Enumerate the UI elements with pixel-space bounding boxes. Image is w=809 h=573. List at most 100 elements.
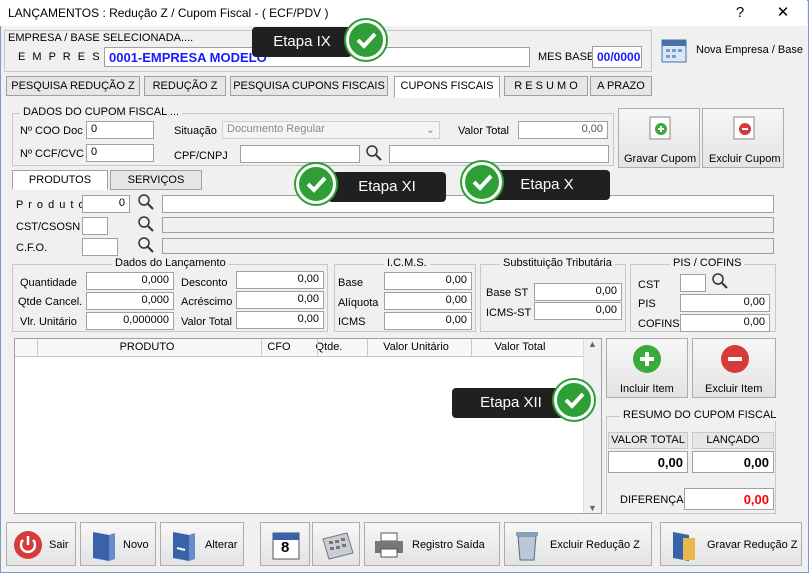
sair-button[interactable]: Sair — [6, 522, 76, 566]
cst-label: CST/CSOSN — [16, 221, 81, 233]
ccf-field[interactable]: 0 — [86, 144, 154, 162]
tab-produtos[interactable]: PRODUTOS — [12, 170, 108, 190]
excluir-cupom-button[interactable]: Excluir Cupom — [702, 108, 784, 168]
cpf-name-field[interactable] — [389, 145, 609, 163]
col-produto[interactable]: PRODUTO — [97, 341, 197, 353]
qtde-cancel-field[interactable]: 0,000 — [86, 292, 174, 310]
calendar-button[interactable]: 8 — [260, 522, 310, 566]
trash-icon — [516, 532, 538, 561]
ccf-label: Nº CCF/CVC — [20, 148, 84, 160]
scroll-up-icon[interactable]: ▲ — [584, 339, 601, 349]
chevron-down-icon: ⌄ — [425, 124, 435, 136]
search-icon[interactable] — [137, 215, 155, 233]
gravar-cupom-button[interactable]: Gravar Cupom — [618, 108, 700, 168]
callout-etapa-x: Etapa X — [484, 170, 610, 200]
icms-field[interactable]: 0,00 — [384, 312, 472, 330]
col-qtde[interactable]: Qtde. — [309, 341, 349, 353]
alterar-button[interactable]: Alterar — [160, 522, 244, 566]
tab-pesquisa-cupons-fiscais[interactable]: PESQUISA CUPONS FISCAIS — [230, 76, 388, 96]
vlr-unitario-field[interactable]: 0,000000 — [86, 312, 174, 330]
novo-button[interactable]: Novo — [80, 522, 156, 566]
registro-saida-button[interactable]: Registro Saída — [364, 522, 500, 566]
icms-label: ICMS — [338, 316, 366, 328]
callout-etapa-xi: Etapa XI — [328, 172, 446, 202]
power-icon — [14, 531, 42, 559]
cofins-label: COFINS — [638, 318, 680, 330]
excluir-reducao-button[interactable]: Excluir Redução Z — [504, 522, 652, 566]
cfo-field[interactable] — [82, 238, 118, 256]
edit-document-icon — [173, 532, 195, 561]
check-icon — [554, 380, 594, 420]
col-cfo[interactable]: CFO — [259, 341, 299, 353]
close-button[interactable]: ✕ — [768, 2, 798, 24]
sair-label: Sair — [49, 539, 69, 551]
desconto-field[interactable]: 0,00 — [236, 271, 324, 289]
tab-a-prazo[interactable]: A PRAZO — [590, 76, 652, 96]
icms-st-field[interactable]: 0,00 — [534, 302, 622, 320]
search-icon[interactable] — [365, 144, 383, 162]
help-button[interactable]: ? — [725, 2, 755, 24]
coo-field[interactable]: 0 — [86, 121, 154, 139]
cofins-field[interactable]: 0,00 — [680, 314, 770, 332]
mes-base-field[interactable]: 00/0000 — [592, 46, 642, 68]
new-document-icon — [93, 532, 115, 561]
situacao-select[interactable]: Documento Regular ⌄ — [222, 121, 440, 139]
tab-reducao-z[interactable]: REDUÇÃO Z — [144, 76, 226, 96]
vlr-unitario-label: Vlr. Unitário — [20, 316, 77, 328]
valor-total-field[interactable]: 0,00 — [518, 121, 608, 139]
pis-cst-label: CST — [638, 279, 660, 291]
search-icon[interactable] — [137, 236, 155, 254]
valor-total-label: Valor Total — [458, 125, 509, 137]
callout-etapa-ix: Etapa IX — [252, 27, 352, 57]
resumo-valor-total-field[interactable]: 0,00 — [608, 451, 688, 473]
calendar-icon — [661, 39, 687, 63]
col-valor-total[interactable]: Valor Total — [475, 341, 565, 353]
cpf-field[interactable] — [240, 145, 360, 163]
pis-label: PIS — [638, 298, 656, 310]
resumo-lancado-field[interactable]: 0,00 — [692, 451, 774, 473]
base-st-field[interactable]: 0,00 — [534, 283, 622, 301]
excluir-reducao-label: Excluir Redução Z — [550, 539, 640, 551]
printer-icon — [375, 532, 403, 558]
pis-cst-field[interactable] — [680, 274, 706, 292]
base-field[interactable]: 0,00 — [384, 272, 472, 290]
icms-st-label: ICMS-ST — [486, 307, 532, 319]
search-icon[interactable] — [137, 193, 155, 211]
quantidade-field[interactable]: 0,000 — [86, 272, 174, 290]
alterar-label: Alterar — [205, 539, 238, 551]
aliquota-field[interactable]: 0,00 — [384, 292, 472, 310]
search-icon[interactable] — [711, 272, 729, 290]
scroll-down-icon[interactable]: ▼ — [584, 503, 601, 513]
valor-total-item-label: Valor Total — [181, 316, 232, 328]
cpf-label: CPF/CNPJ — [174, 150, 228, 162]
cst-field[interactable] — [82, 217, 108, 235]
col-valor-unitario[interactable]: Valor Unitário — [371, 341, 461, 353]
diferenca-label: DIFERENÇA — [620, 494, 684, 506]
gravar-reducao-button[interactable]: Gravar Redução Z — [660, 522, 802, 566]
registro-saida-label: Registro Saída — [412, 539, 485, 551]
excluir-item-button[interactable]: Excluir Item — [692, 338, 776, 398]
base-st-label: Base ST — [486, 287, 529, 299]
items-grid[interactable]: PRODUTO CFO Qtde. Valor Unitário Valor T… — [14, 338, 602, 514]
incluir-item-label: Incluir Item — [620, 383, 674, 395]
tab-cupons-fiscais[interactable]: CUPONS FISCAIS — [394, 76, 500, 98]
tab-pesquisa-reducao-z[interactable]: PESQUISA REDUÇÃO Z — [6, 76, 140, 96]
base-label: Base — [338, 277, 364, 289]
tab-servicos[interactable]: SERVIÇOS — [110, 170, 202, 190]
calendar-day: 8 — [281, 539, 290, 556]
situacao-value: Documento Regular — [227, 123, 325, 135]
tab-resumo[interactable]: R E S U M O — [504, 76, 588, 96]
acrescimo-field[interactable]: 0,00 — [236, 291, 324, 309]
nova-empresa-label[interactable]: Nova Empresa / Base — [696, 44, 803, 56]
produto-field[interactable]: 0 — [82, 195, 130, 213]
pis-field[interactable]: 0,00 — [680, 294, 770, 312]
calculator-button[interactable] — [312, 522, 360, 566]
delete-document-icon — [733, 116, 755, 140]
callout-etapa-xii: Etapa XII — [452, 388, 570, 418]
incluir-item-button[interactable]: Incluir Item — [606, 338, 688, 398]
empresa-label: E M P R E S A — [18, 51, 116, 63]
vertical-scrollbar[interactable]: ▲ ▼ — [583, 339, 601, 513]
nova-empresa-button[interactable] — [660, 36, 690, 64]
valor-total-item-field[interactable]: 0,00 — [236, 311, 324, 329]
diferenca-field[interactable]: 0,00 — [684, 488, 774, 510]
